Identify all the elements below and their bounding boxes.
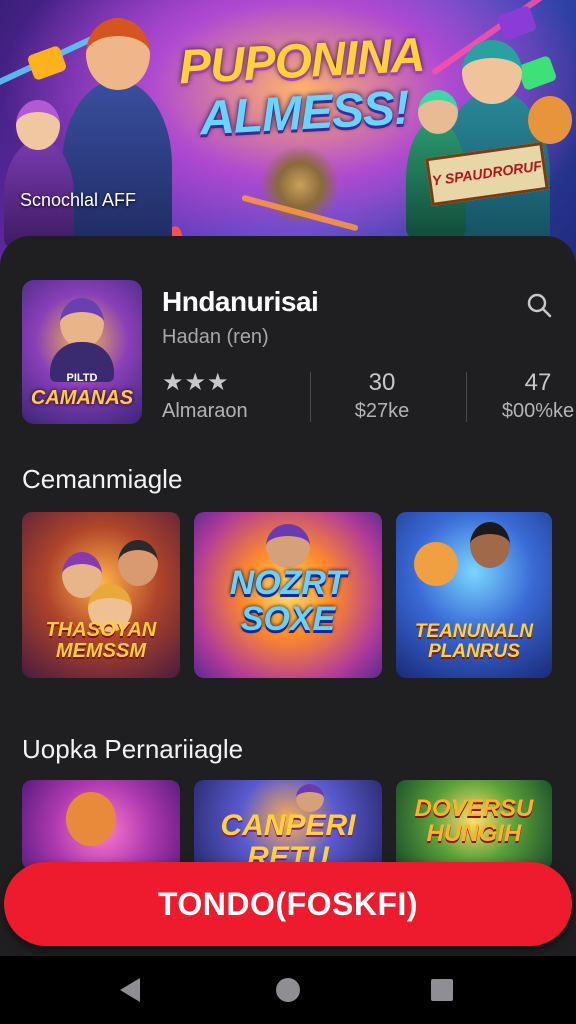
stat-divider [310, 372, 311, 422]
hero-banner[interactable]: PUPONINA ALMESS! Y SPAUDRORUF Scnochlal … [0, 0, 576, 270]
rating-stars: ★★★ [162, 369, 230, 396]
app-icon-title: CAMANAS [30, 387, 134, 409]
nav-recents-button[interactable] [402, 956, 482, 1024]
game-tile[interactable] [22, 780, 180, 870]
hero-title-line2: ALMESS! [198, 81, 411, 146]
app-icon[interactable]: PILTD CAMANAS [22, 280, 142, 424]
stat-value: 30 [368, 369, 396, 396]
hero-character-head [462, 40, 522, 104]
app-title: Hndanurisai [162, 286, 319, 317]
fox-character [528, 96, 572, 144]
dog-character [414, 542, 458, 586]
stat-label: $00%ke [501, 400, 575, 422]
character-head [60, 298, 104, 348]
section-title-second: Uopka Pernariiagle [22, 734, 244, 764]
character-head [118, 540, 158, 586]
recents-icon [431, 979, 453, 1001]
game-tile-title: TEANUNALN PLANRUS [414, 621, 534, 662]
hero-title: PUPONINA ALMESS! [175, 29, 430, 147]
rating-label: Almaraon [162, 400, 248, 422]
game-tile[interactable]: TEANUNALN PLANRUS [396, 512, 552, 678]
game-tile-title: CANPERI RETU [220, 809, 356, 870]
app-icon-subtext: PILTD [66, 372, 98, 384]
game-tile[interactable]: NOZRT SOXE [194, 512, 382, 678]
back-icon [120, 978, 140, 1002]
game-tile-title: DOVERSU HUNGIH [414, 795, 534, 848]
game-tile-title: NOZRT SOXE [229, 564, 347, 638]
section-title-first: Cemanmiagle [22, 464, 183, 494]
home-icon [276, 978, 300, 1002]
fox-character [66, 792, 116, 846]
stat-label: $27ke [354, 400, 410, 422]
search-icon [527, 293, 552, 318]
app-subtitle: Hadan (ren) [162, 326, 269, 348]
gem-icon [516, 54, 558, 92]
game-tile[interactable]: CANPERI RETU [194, 780, 382, 870]
hero-character-head [16, 100, 60, 150]
content-sheet: PILTD CAMANAS Hndanurisai Hadan (ren) ★★… [0, 236, 576, 956]
stat-divider [466, 372, 467, 422]
game-tile[interactable]: THASOYAN MEMSSM [22, 512, 180, 678]
nav-home-button[interactable] [248, 956, 328, 1024]
stat-value: 47 [524, 369, 552, 396]
game-tile-title: THASOYAN MEMSSM [45, 619, 157, 662]
stat-size: 47 $00%ke [478, 368, 576, 424]
game-tile[interactable]: DOVERSU HUNGIH [396, 780, 552, 870]
light-streak [241, 194, 359, 232]
hero-character-warrior [62, 80, 172, 250]
character-head [296, 784, 324, 812]
search-button[interactable] [522, 288, 556, 322]
character-head [470, 522, 510, 568]
hero-caption: Scnochlal AFF [20, 190, 137, 210]
hero-character-head [86, 18, 150, 90]
app-info-card: PILTD CAMANAS Hndanurisai Hadan (ren) ★★… [22, 280, 574, 426]
app-stats: ★★★ Almaraon 30 $27ke 47 $00%ke [162, 368, 574, 424]
primary-cta-button[interactable]: TONDO(FOSKFI) [4, 862, 572, 946]
stat-rating: ★★★ Almaraon [162, 368, 282, 424]
stat-downloads: 30 $27ke [332, 368, 432, 424]
gem-icon [496, 4, 538, 42]
system-navigation-bar [0, 956, 576, 1024]
nav-back-button[interactable] [90, 956, 170, 1024]
character-head [266, 524, 310, 568]
